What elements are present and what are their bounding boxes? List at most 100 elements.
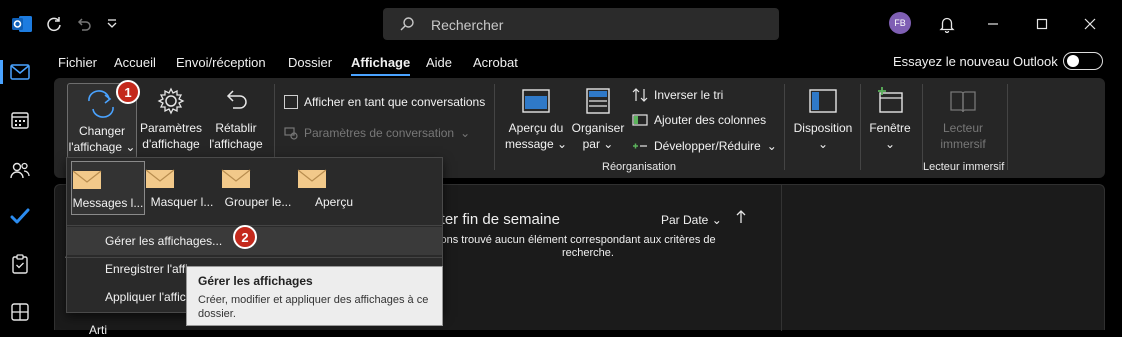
tab-fichier[interactable]: Fichier <box>58 55 97 70</box>
view-settings-label-2: d'affichage <box>142 137 200 151</box>
tab-accueil[interactable]: Accueil <box>114 55 156 70</box>
minimize-icon[interactable] <box>981 12 1005 36</box>
window-button[interactable]: Fenêtre ⌄ <box>860 86 920 152</box>
new-window-icon <box>874 86 906 116</box>
expand-collapse-icon <box>632 140 648 152</box>
change-view-label-2: l'affichage ⌄ <box>68 140 136 154</box>
calendar-icon[interactable] <box>0 100 40 140</box>
add-columns-button[interactable]: Ajouter des colonnes <box>632 113 766 127</box>
tooltip-description: Créer, modifier et appliquer des afficha… <box>198 294 429 320</box>
add-columns-icon <box>632 113 648 127</box>
add-columns-label: Ajouter des colonnes <box>654 113 767 127</box>
tab-envoi-reception[interactable]: Envoi/réception <box>176 55 266 70</box>
reading-pane-label-1: Aperçu du <box>508 121 564 135</box>
search-placeholder: Rechercher <box>431 17 504 33</box>
outlook-logo-icon <box>10 12 34 36</box>
people-icon[interactable] <box>0 150 40 190</box>
ribbon-tabs: Fichier Accueil Envoi/réception Dossier … <box>40 48 1122 78</box>
manage-views-tooltip: Gérer les affichages Créer, modifier et … <box>186 266 443 326</box>
expand-collapse-button[interactable]: Développer/Réduire ⌄ <box>632 139 777 153</box>
reading-pane-button[interactable]: Aperçu du message ⌄ <box>504 86 568 152</box>
arrange-by-button[interactable]: Organiser par ⌄ <box>568 86 628 152</box>
tab-aide[interactable]: Aide <box>426 55 452 70</box>
view-settings-button[interactable]: Paramètres d'affichage <box>139 86 203 152</box>
immersive-group-label: Lecteur immersif <box>923 161 1005 173</box>
change-view-label-1: Changer <box>78 124 126 138</box>
window-label: Fenêtre <box>869 121 911 135</box>
conversation-settings-icon <box>284 126 298 140</box>
close-icon[interactable] <box>1078 12 1102 36</box>
view-group[interactable]: Grouper le... <box>221 161 295 215</box>
immersive-reader-label-2: immersif <box>940 137 986 151</box>
view-hide-label: Masquer l... <box>150 195 214 209</box>
empty-message-line-2: recherche. <box>562 247 614 259</box>
reset-view-label-2: l'affichage <box>209 137 263 151</box>
expand-collapse-label: Développer/Réduire <box>654 139 761 153</box>
immersive-reader-icon <box>947 86 979 116</box>
step-badge-2: 2 <box>233 225 257 249</box>
view-preview-label: Aperçu <box>314 195 354 209</box>
envelope-icon <box>297 169 371 189</box>
mail-icon[interactable] <box>0 52 40 92</box>
show-as-conversations-label: Afficher en tant que conversations <box>304 95 486 109</box>
clipboard-icon[interactable] <box>0 244 40 284</box>
undo-icon[interactable] <box>72 12 96 36</box>
arrange-by-label-1: Organiser <box>571 121 625 135</box>
reverse-sort-label: Inverser le tri <box>654 88 724 102</box>
app-rail <box>0 48 40 330</box>
reset-view-button[interactable]: Rétablir l'affichage <box>204 86 268 152</box>
view-messages[interactable]: Messages l... <box>71 161 145 215</box>
reset-view-label-1: Rétablir <box>215 121 257 135</box>
change-view-icon <box>85 89 119 119</box>
try-new-outlook-label: Essayez le nouveau Outlook <box>893 54 1058 69</box>
sort-direction-icon[interactable] <box>735 210 747 224</box>
pane-divider <box>781 185 782 331</box>
title-bar: Rechercher FB <box>0 0 1122 48</box>
view-settings-label-1: Paramètres <box>139 121 203 135</box>
conversation-settings-button[interactable]: Paramètres de conversation ⌄ <box>284 126 470 140</box>
immersive-reader-button[interactable]: Lecteur immersif <box>930 86 996 152</box>
sort-by-date[interactable]: Par Date ⌄ <box>661 213 722 227</box>
layout-button[interactable]: Disposition ⌄ <box>791 86 855 152</box>
undo-arrow-icon <box>221 86 251 116</box>
reading-pane-icon <box>520 86 552 116</box>
tooltip-title: Gérer les affichages <box>198 274 313 288</box>
search-icon <box>399 16 415 32</box>
envelope-icon <box>221 169 295 189</box>
try-new-outlook-toggle[interactable] <box>1063 52 1103 70</box>
folder-title: aiter fin de semaine <box>429 211 560 228</box>
sort-arrows-icon <box>632 87 648 103</box>
manage-views-label: Gérer les affichages... <box>105 234 223 248</box>
arrangement-group-label: Réorganisation <box>602 161 676 173</box>
avatar[interactable]: FB <box>889 12 911 34</box>
maximize-icon[interactable] <box>1030 12 1054 36</box>
todo-icon[interactable] <box>0 196 40 236</box>
view-preview[interactable]: Aperçu <box>297 161 371 215</box>
conversation-settings-label: Paramètres de conversation <box>304 126 455 140</box>
menu-item-save-view[interactable]: Enregistrer l'affi <box>105 262 188 276</box>
checkbox-icon <box>284 95 298 109</box>
step-badge-1: 1 <box>116 80 140 104</box>
tab-affichage[interactable]: Affichage <box>351 55 411 76</box>
layout-label: Disposition <box>793 121 853 135</box>
sync-icon[interactable] <box>42 12 66 36</box>
customize-toolbar-icon[interactable] <box>100 12 124 36</box>
tab-acrobat[interactable]: Acrobat <box>473 55 518 70</box>
immersive-reader-label-1: Lecteur <box>942 121 984 135</box>
tab-dossier[interactable]: Dossier <box>288 55 332 70</box>
folder-list-fragment: Arti <box>89 323 107 337</box>
show-as-conversations-checkbox[interactable]: Afficher en tant que conversations <box>284 95 485 109</box>
envelope-icon <box>72 170 144 190</box>
reverse-sort-button[interactable]: Inverser le tri <box>632 87 723 103</box>
reading-pane-label-2: message ⌄ <box>504 137 568 151</box>
bell-icon[interactable] <box>935 12 959 36</box>
layout-icon <box>807 86 839 116</box>
arrange-by-label-2: par ⌄ <box>582 137 614 151</box>
gear-icon <box>156 86 186 116</box>
menu-item-apply-view[interactable]: Appliquer l'affic <box>105 290 186 304</box>
search-box[interactable]: Rechercher <box>383 8 779 40</box>
apps-icon[interactable] <box>0 292 40 332</box>
envelope-icon <box>145 169 219 189</box>
view-hide[interactable]: Masquer l... <box>145 161 219 215</box>
view-group-label: Grouper le... <box>224 195 292 209</box>
